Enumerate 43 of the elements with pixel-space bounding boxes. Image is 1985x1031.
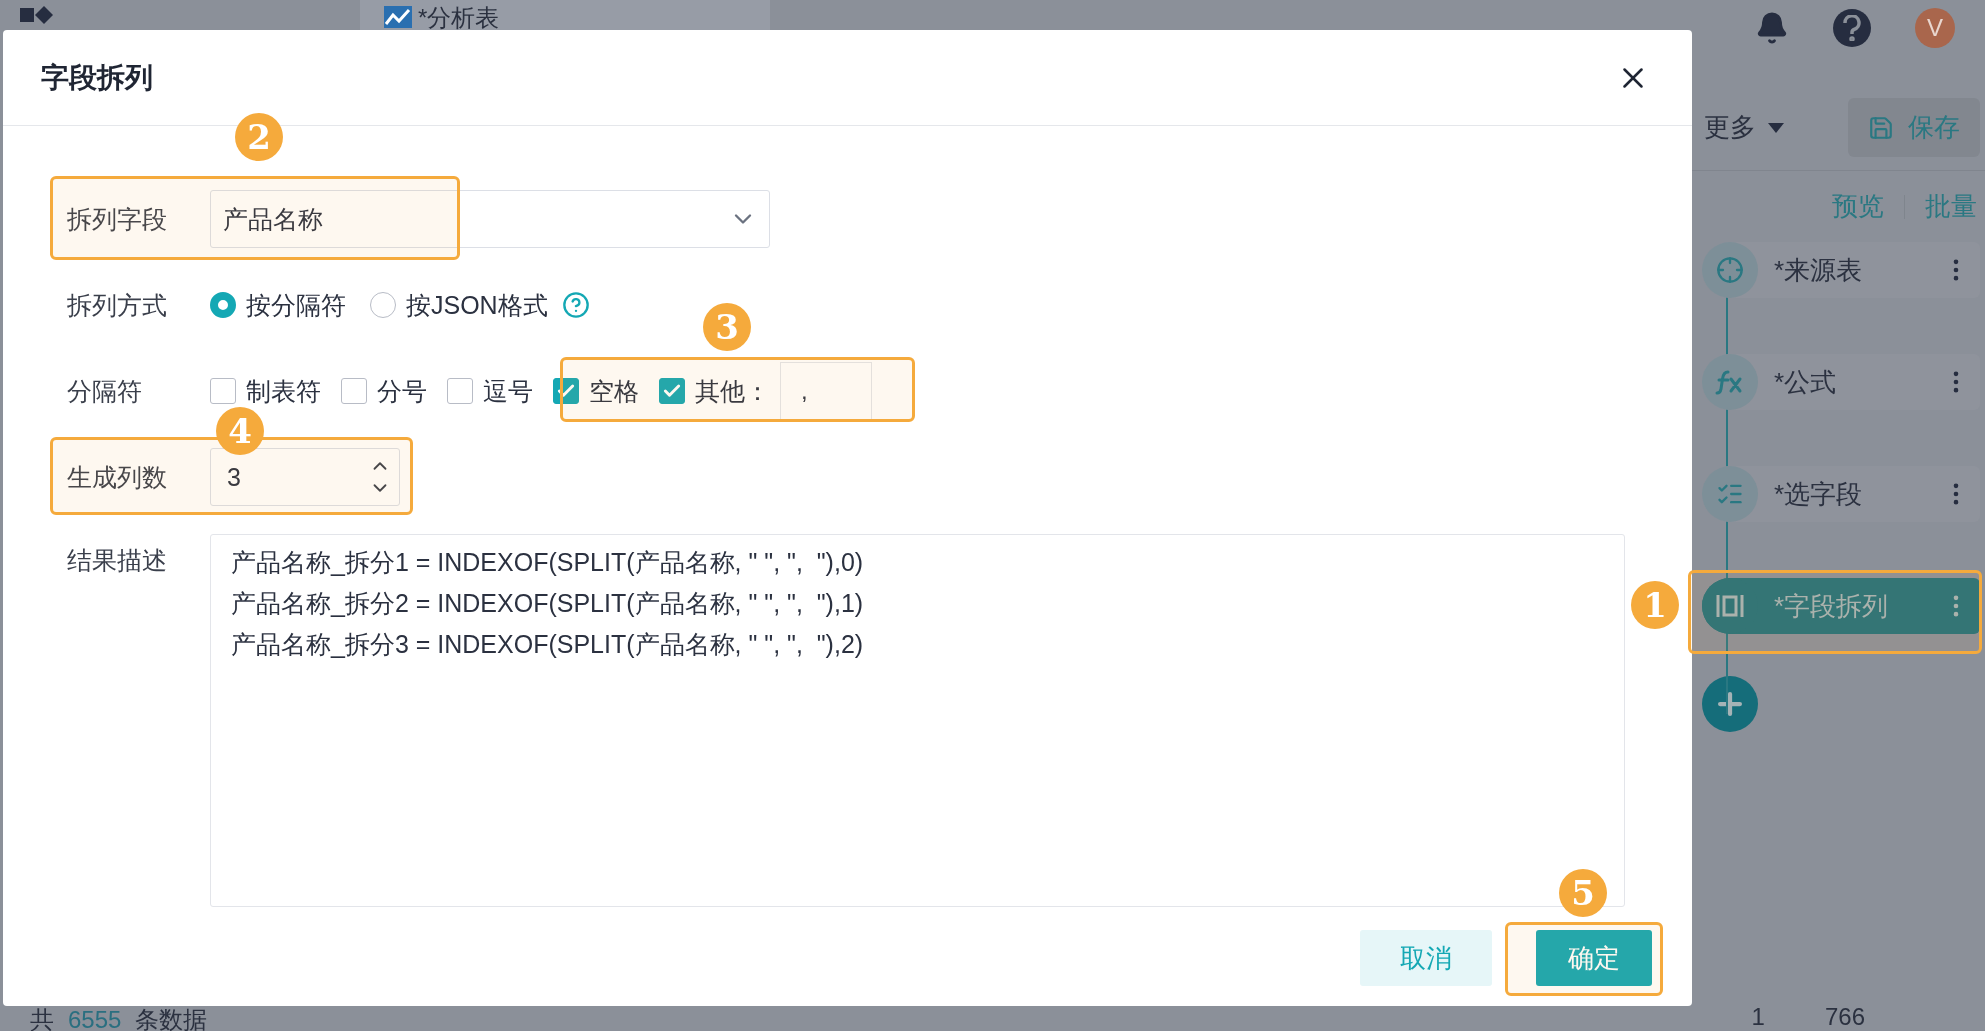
number-field[interactable]: 3 bbox=[210, 448, 400, 506]
formula-line: 产品名称_拆分3 = INDEXOF(SPLIT(产品名称, " ", ", "),2) bbox=[231, 629, 865, 660]
field-label: 拆列字段 bbox=[67, 203, 168, 235]
flow-node[interactable]: *来源表 bbox=[1702, 242, 1980, 298]
cancel-button[interactable]: 取消 bbox=[1360, 930, 1492, 986]
bell-icon[interactable] bbox=[1755, 11, 1789, 45]
formula-line: 产品名称_拆分2 = INDEXOF(SPLIT(产品名称, " ", ", "),1) bbox=[231, 588, 865, 619]
checkbox-option[interactable]: 制表符 bbox=[210, 374, 321, 408]
record-count-prefix: 共 bbox=[30, 1005, 54, 1031]
other-separator-field[interactable]: , bbox=[780, 362, 872, 420]
record-count: 6555 bbox=[68, 1006, 122, 1031]
user-avatar[interactable]: V bbox=[1915, 8, 1955, 48]
field-label: 生成列数 bbox=[67, 461, 168, 493]
save-icon bbox=[1868, 114, 1894, 141]
checkbox-option[interactable]: 其他： bbox=[659, 374, 770, 408]
help-icon[interactable] bbox=[561, 291, 590, 319]
more-menu[interactable]: 更多 bbox=[1704, 110, 1756, 145]
flow-node[interactable]: *公式 bbox=[1702, 354, 1980, 410]
checkbox-option[interactable]: 空格 bbox=[553, 374, 639, 408]
caret-icon bbox=[1768, 122, 1784, 133]
page-number: 1 bbox=[1751, 1003, 1765, 1031]
checkbox-option[interactable]: 逗号 bbox=[447, 374, 533, 408]
page-total: 766 bbox=[1824, 1003, 1865, 1031]
crosshair-icon bbox=[1716, 256, 1744, 284]
add-node-button[interactable] bbox=[1702, 676, 1758, 732]
chart-icon bbox=[384, 6, 412, 28]
record-count-suffix: 条数据 bbox=[135, 1005, 208, 1031]
flow-node[interactable]: *字段拆列 bbox=[1702, 578, 1980, 634]
formula-line: 产品名称_拆分1 = INDEXOF(SPLIT(产品名称, " ", ", "),0) bbox=[231, 547, 865, 578]
confirm-button[interactable]: 确定 bbox=[1536, 930, 1652, 986]
flow-node[interactable]: *选字段 bbox=[1702, 466, 1980, 522]
field-label: 结果描述 bbox=[67, 545, 168, 576]
help-icon[interactable] bbox=[1833, 9, 1871, 47]
logo-icon bbox=[20, 6, 54, 24]
field-label: 拆列方式 bbox=[67, 289, 168, 321]
tab-title[interactable]: *分析表 bbox=[418, 6, 500, 30]
dialog-title: 字段拆列 bbox=[41, 60, 153, 95]
checkbox-option[interactable]: 分号 bbox=[341, 374, 427, 408]
field-select[interactable]: 产品名称 bbox=[210, 190, 770, 248]
field-label: 分隔符 bbox=[67, 375, 143, 407]
split-columns-icon bbox=[1715, 593, 1745, 619]
radio-option[interactable]: 按JSON格式 bbox=[370, 288, 548, 322]
radio-option[interactable]: 按分隔符 bbox=[210, 288, 346, 322]
